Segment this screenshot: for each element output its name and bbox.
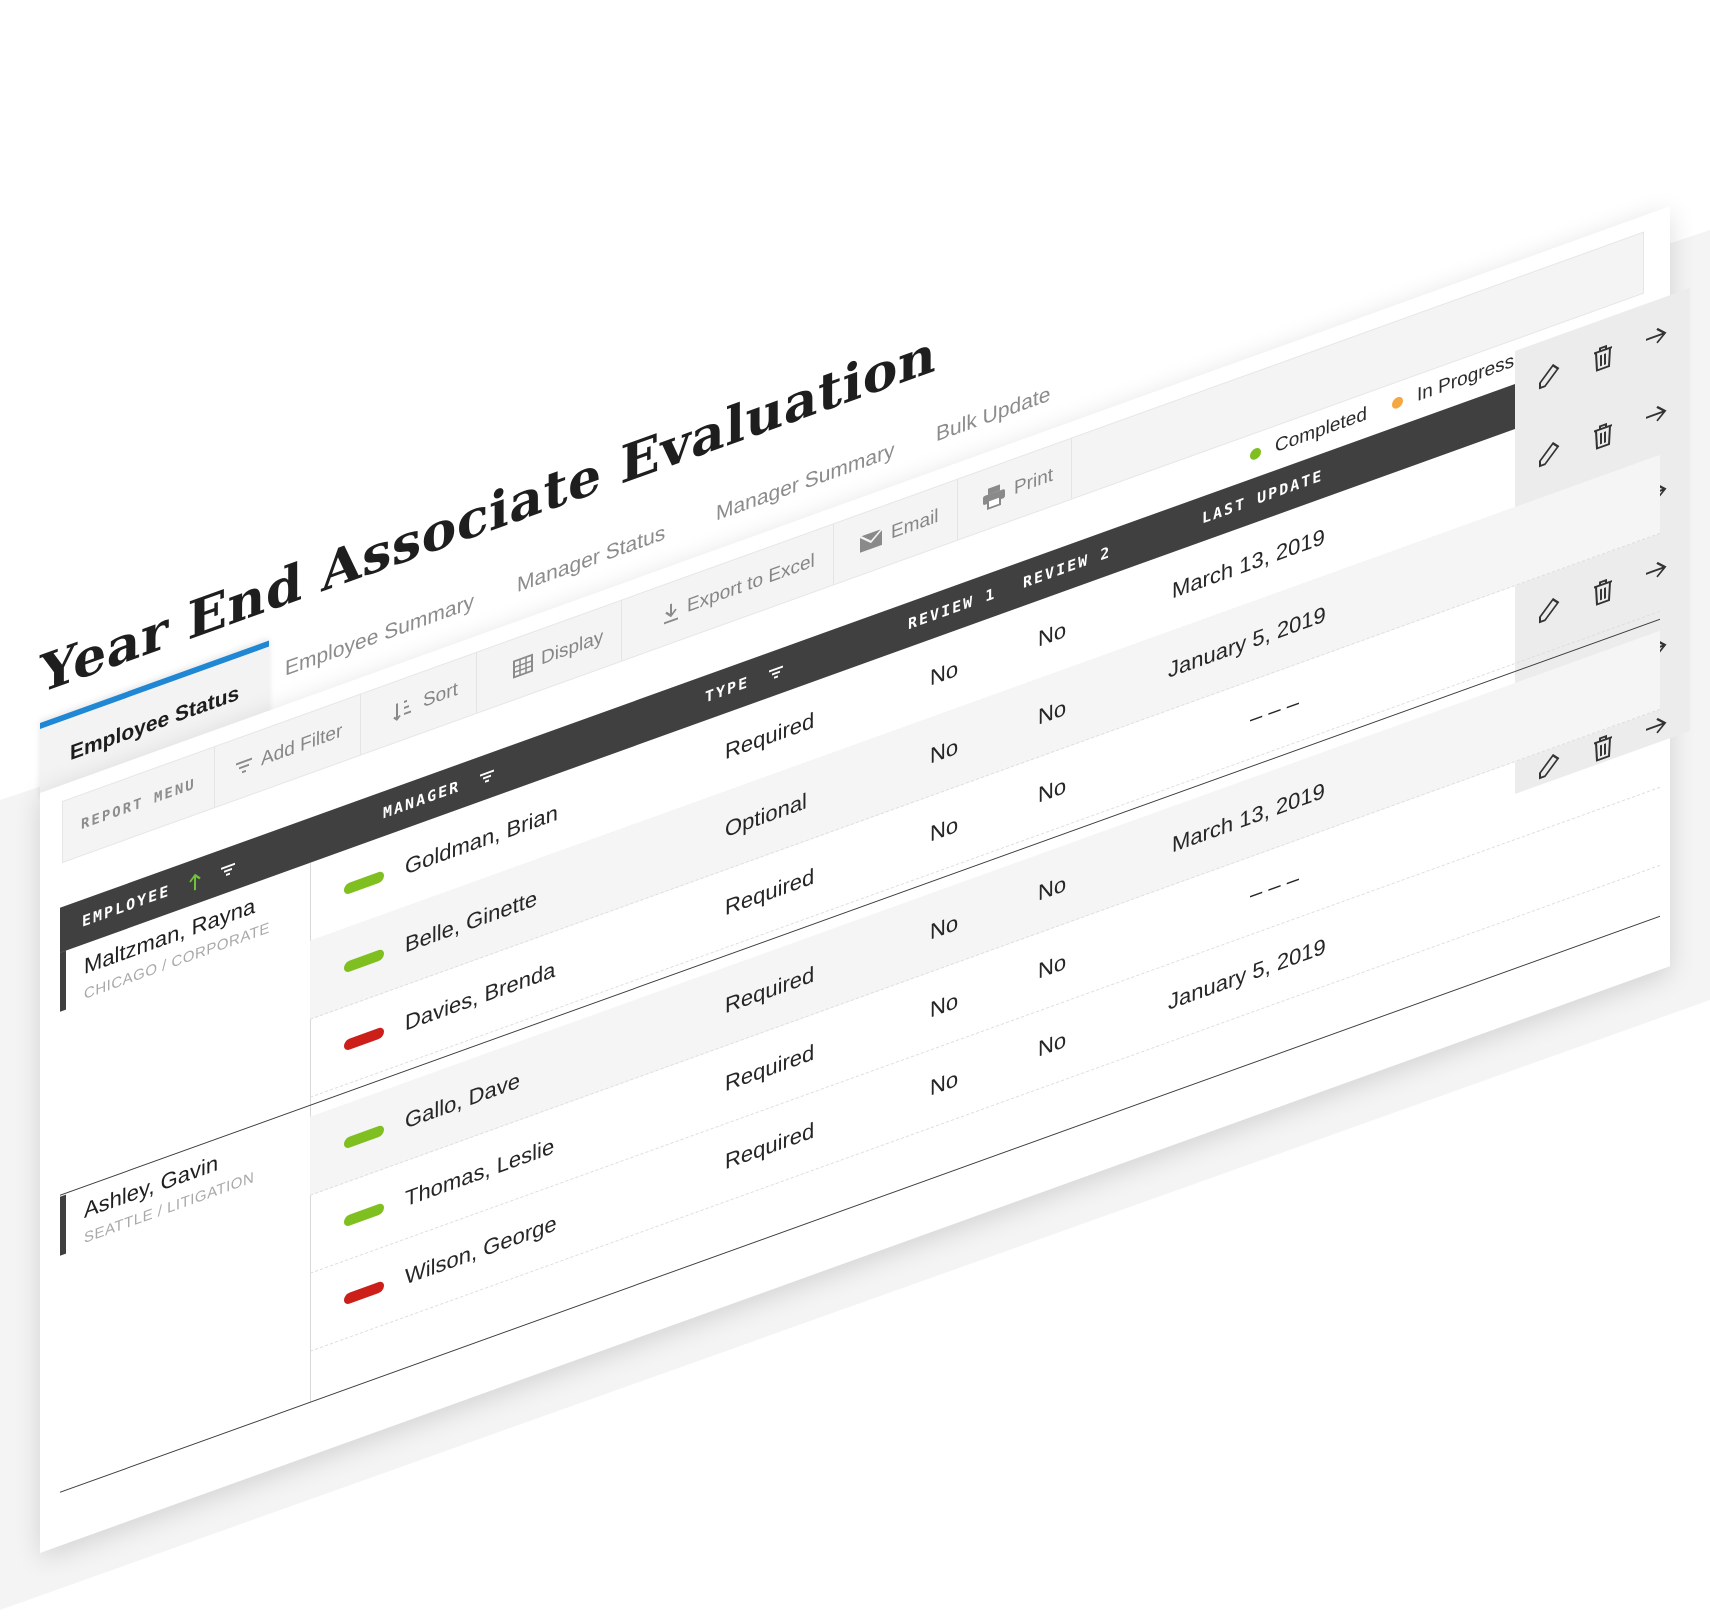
review1-cell: No [930,909,959,945]
review1-cell: No [930,811,959,847]
review1-cell: No [930,733,959,769]
pencil-icon[interactable] [1538,361,1560,393]
status-pill [344,1280,384,1306]
review1-cell: No [930,1065,959,1101]
sort-ascending-icon[interactable] [189,870,201,892]
filter-icon[interactable] [220,861,236,879]
filter-icon[interactable] [768,664,784,682]
last-update-cell: – – – [1250,688,1299,732]
review2-cell: No [1038,948,1067,984]
download-icon [664,603,678,625]
review2-cell: No [1038,1026,1067,1062]
employee-column: Maltzman, Rayna CHICAGO / CORPORATE Ashl… [60,857,324,1493]
arrow-right-icon[interactable] [1645,322,1667,350]
employee-group-2[interactable]: Ashley, Gavin SEATTLE / LITIGATION [60,1101,324,1256]
status-pill [344,948,384,974]
trash-icon[interactable] [1593,342,1613,373]
status-pill [344,1124,384,1150]
email-label: Email [891,505,939,544]
display-label: Display [541,626,604,670]
report-plane: Year End Associate Evaluation Employee S… [40,203,1690,1598]
review2-cell: No [1038,694,1067,730]
filter-icon[interactable] [479,768,495,786]
status-pill [344,870,384,896]
print-label: Print [1014,464,1054,500]
in-progress-dot-icon [1392,395,1403,411]
printer-icon [983,484,1005,511]
print-button[interactable]: Print [964,438,1073,538]
sort-label: Sort [423,678,458,713]
grid-icon [513,653,533,679]
review2-cell: No [1038,772,1067,808]
review2-cell: No [1038,616,1067,652]
completed-dot-icon [1250,446,1261,462]
add-filter-label: Add Filter [261,720,343,771]
envelope-icon [859,528,883,553]
review1-cell: No [930,987,959,1023]
export-label: Export to Excel [687,550,815,618]
review1-cell: No [930,655,959,691]
review2-cell: No [1038,870,1067,906]
col-type-label: TYPE [705,672,750,707]
stage: Year End Associate Evaluation Employee S… [0,0,1710,1620]
filter-icon [236,757,252,774]
status-pill [344,1202,384,1228]
sort-icon [393,699,411,721]
status-pill [344,1026,384,1052]
sort-button[interactable]: Sort [375,652,477,750]
